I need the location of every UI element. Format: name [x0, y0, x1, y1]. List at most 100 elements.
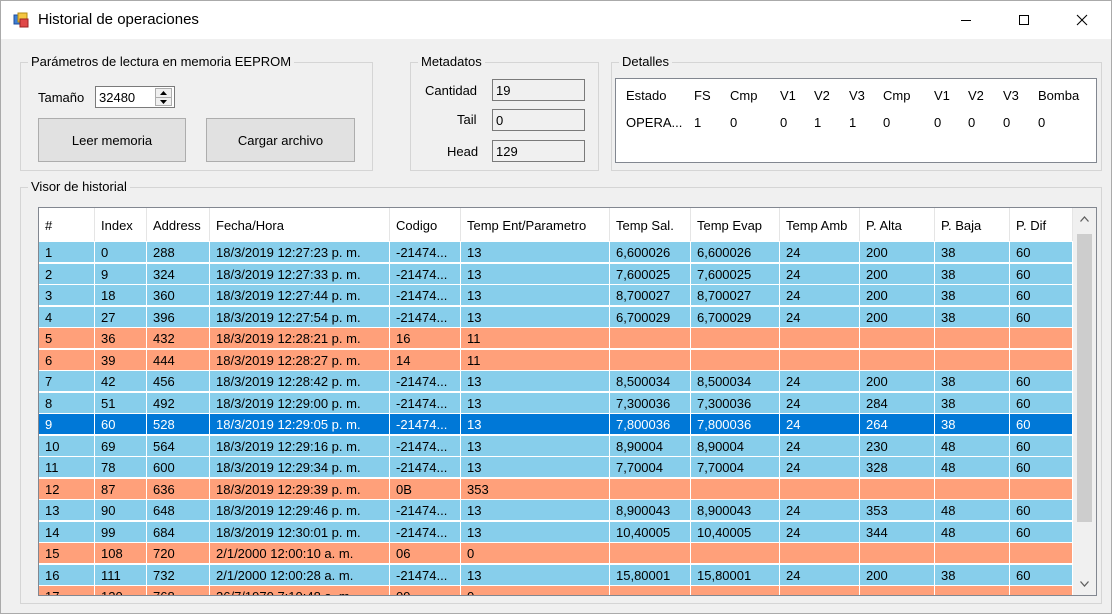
table-cell[interactable]: 18/3/2019 12:29:34 p. m.: [210, 457, 390, 478]
table-cell[interactable]: 528: [147, 414, 210, 435]
table-cell[interactable]: [691, 479, 780, 500]
table-cell[interactable]: 720: [147, 543, 210, 564]
table-cell[interactable]: -21474...: [390, 457, 461, 478]
table-cell[interactable]: 636: [147, 479, 210, 500]
table-cell[interactable]: [610, 586, 691, 595]
tail-field[interactable]: 0: [492, 109, 585, 131]
table-cell[interactable]: [691, 328, 780, 349]
table-cell[interactable]: 0: [95, 242, 147, 263]
table-cell[interactable]: 120: [95, 586, 147, 595]
table-cell[interactable]: 18/3/2019 12:30:01 p. m.: [210, 522, 390, 543]
table-cell[interactable]: 18/3/2019 12:29:05 p. m.: [210, 414, 390, 435]
table-cell[interactable]: 13: [39, 500, 95, 521]
table-cell[interactable]: 684: [147, 522, 210, 543]
table-cell[interactable]: 353: [461, 479, 610, 500]
table-cell[interactable]: 13: [461, 500, 610, 521]
table-cell[interactable]: 15,80001: [610, 565, 691, 586]
table-cell[interactable]: 24: [780, 371, 860, 392]
table-cell[interactable]: 13: [461, 393, 610, 414]
table-cell[interactable]: 15: [39, 543, 95, 564]
table-cell[interactable]: 0: [461, 586, 610, 595]
table-cell[interactable]: 8,90004: [691, 436, 780, 457]
title-bar[interactable]: Historial de operaciones: [1, 1, 1111, 39]
table-cell[interactable]: 60: [1010, 393, 1073, 414]
table-cell[interactable]: 24: [780, 307, 860, 328]
table-row[interactable]: 7 42 456 18/3/2019 12:28:42 p. m. -21474... 1…: [39, 371, 1073, 392]
table-cell[interactable]: [1010, 350, 1073, 371]
table-cell[interactable]: 444: [147, 350, 210, 371]
table-cell[interactable]: 200: [860, 242, 935, 263]
table-cell[interactable]: 7,800036: [610, 414, 691, 435]
vertical-scrollbar[interactable]: [1073, 208, 1096, 595]
table-cell[interactable]: 768: [147, 586, 210, 595]
table-cell[interactable]: 60: [1010, 264, 1073, 285]
table-cell[interactable]: 39: [95, 350, 147, 371]
scroll-up-button[interactable]: [1073, 208, 1096, 230]
table-cell[interactable]: 16: [39, 565, 95, 586]
table-cell[interactable]: [935, 328, 1010, 349]
table-cell[interactable]: 48: [935, 457, 1010, 478]
table-cell[interactable]: 36: [95, 328, 147, 349]
column-header-col-address[interactable]: Address: [147, 208, 210, 241]
column-header-col-temp-in-param[interactable]: Temp Ent/Parametro: [461, 208, 610, 241]
table-cell[interactable]: [691, 543, 780, 564]
table-row-selected[interactable]: 9 60 528 18/3/2019 12:29:05 p. m. -21474... 1…: [39, 414, 1073, 435]
table-row[interactable]: 2 9 324 18/3/2019 12:27:33 p. m. -21474... 13…: [39, 264, 1073, 285]
table-cell[interactable]: 18/3/2019 12:29:00 p. m.: [210, 393, 390, 414]
table-row[interactable]: 15 108 720 2/1/2000 12:00:10 a. m. 06 0: [39, 543, 1073, 564]
table-cell[interactable]: 18/3/2019 12:29:46 p. m.: [210, 500, 390, 521]
table-cell[interactable]: 200: [860, 264, 935, 285]
table-cell[interactable]: [860, 479, 935, 500]
size-value[interactable]: 32480: [99, 90, 135, 105]
table-cell[interactable]: 99: [95, 522, 147, 543]
table-row[interactable]: 4 27 396 18/3/2019 12:27:54 p. m. -21474... 1…: [39, 307, 1073, 328]
details-value-row[interactable]: OPERA... 1 0 0 1 1 0 0 0 0 0: [616, 115, 1096, 135]
table-cell[interactable]: 14: [390, 350, 461, 371]
table-cell[interactable]: 10,40005: [610, 522, 691, 543]
table-cell[interactable]: 38: [935, 264, 1010, 285]
table-cell[interactable]: 26/7/1970 7:10:48 a. m.: [210, 586, 390, 595]
table-cell[interactable]: 2/1/2000 12:00:10 a. m.: [210, 543, 390, 564]
table-cell[interactable]: [860, 543, 935, 564]
table-cell[interactable]: 732: [147, 565, 210, 586]
table-cell[interactable]: 432: [147, 328, 210, 349]
table-cell[interactable]: 288: [147, 242, 210, 263]
table-cell[interactable]: 48: [935, 436, 1010, 457]
table-cell[interactable]: 09: [390, 586, 461, 595]
table-cell[interactable]: 13: [461, 371, 610, 392]
table-cell[interactable]: 60: [1010, 500, 1073, 521]
table-cell[interactable]: 24: [780, 414, 860, 435]
table-cell[interactable]: 360: [147, 285, 210, 306]
table-cell[interactable]: 8,700027: [691, 285, 780, 306]
table-cell[interactable]: 2/1/2000 12:00:28 a. m.: [210, 565, 390, 586]
table-cell[interactable]: -21474...: [390, 242, 461, 263]
table-cell[interactable]: 13: [461, 457, 610, 478]
table-cell[interactable]: [860, 350, 935, 371]
table-cell[interactable]: 18/3/2019 12:27:23 p. m.: [210, 242, 390, 263]
table-cell[interactable]: 200: [860, 565, 935, 586]
table-cell[interactable]: [1010, 328, 1073, 349]
table-cell[interactable]: 27: [95, 307, 147, 328]
column-header-col-index[interactable]: Index: [95, 208, 147, 241]
count-field[interactable]: 19: [492, 79, 585, 101]
table-cell[interactable]: 4: [39, 307, 95, 328]
table-cell[interactable]: [1010, 543, 1073, 564]
table-cell[interactable]: [935, 586, 1010, 595]
table-cell[interactable]: 60: [95, 414, 147, 435]
table-cell[interactable]: -21474...: [390, 307, 461, 328]
table-cell[interactable]: 0B: [390, 479, 461, 500]
table-cell[interactable]: [935, 350, 1010, 371]
close-button[interactable]: [1053, 1, 1111, 39]
table-cell[interactable]: 11: [461, 328, 610, 349]
table-row[interactable]: 3 18 360 18/3/2019 12:27:44 p. m. -21474... 1…: [39, 285, 1073, 306]
table-cell[interactable]: [691, 586, 780, 595]
table-cell[interactable]: 24: [780, 436, 860, 457]
table-cell[interactable]: 13: [461, 264, 610, 285]
table-cell[interactable]: 492: [147, 393, 210, 414]
column-header-col-code[interactable]: Codigo: [390, 208, 461, 241]
table-row[interactable]: 13 90 648 18/3/2019 12:29:46 p. m. -21474...…: [39, 500, 1073, 521]
table-cell[interactable]: 7,70004: [610, 457, 691, 478]
table-cell[interactable]: 7: [39, 371, 95, 392]
table-cell[interactable]: 7,800036: [691, 414, 780, 435]
table-cell[interactable]: 18/3/2019 12:28:27 p. m.: [210, 350, 390, 371]
